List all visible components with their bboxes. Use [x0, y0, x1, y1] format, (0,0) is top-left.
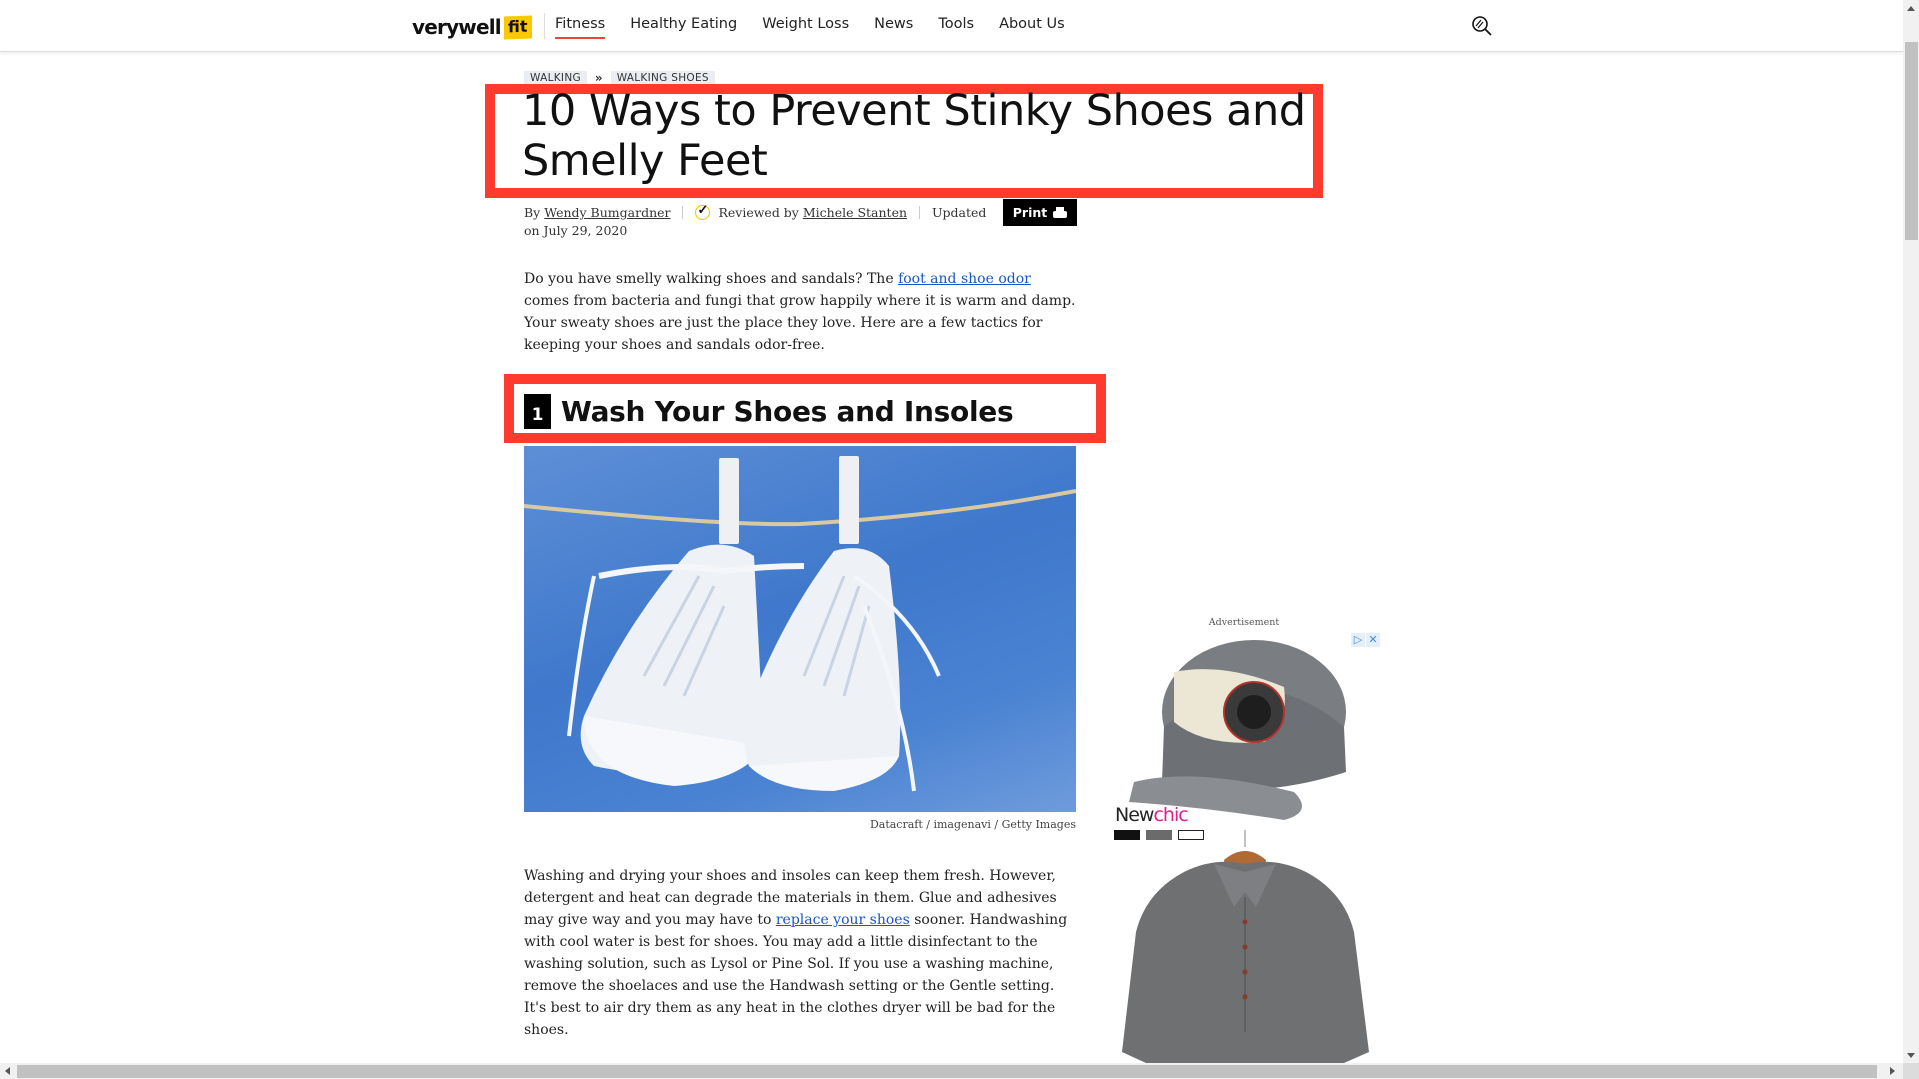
ad-product-images [1122, 640, 1369, 1063]
nav-item-tools[interactable]: Tools [938, 16, 974, 32]
shoes-image [524, 446, 1076, 812]
replace-your-shoes-link[interactable]: replace your shoes [776, 912, 910, 928]
image-caption: Datacraft / imagenavi / Getty Images [869, 818, 1076, 831]
swatch-gray[interactable] [1146, 830, 1172, 840]
ad-brand-part1: New [1115, 804, 1154, 826]
search-icon [1472, 16, 1492, 36]
section-number-badge: 1 [524, 394, 551, 429]
breadcrumb-walking-shoes[interactable]: WALKING SHOES [610, 71, 715, 85]
nav-item-fitness[interactable]: Fitness [555, 16, 606, 39]
nav-item-about-us[interactable]: About Us [999, 16, 1065, 32]
ad-close-icon[interactable]: ✕ [1366, 633, 1380, 647]
byline: By Wendy Bumgardner Reviewed by Michele … [524, 202, 994, 240]
swatch-white[interactable] [1178, 830, 1204, 840]
foot-and-shoe-odor-link[interactable]: foot and shoe odor [898, 271, 1031, 287]
vertical-scroll-thumb[interactable] [1905, 42, 1918, 240]
scroll-up-arrow-icon[interactable] [1907, 6, 1915, 11]
breadcrumb: WALKING » WALKING SHOES [524, 71, 715, 85]
vertical-scrollbar[interactable] [1903, 0, 1919, 1063]
nav-item-weight-loss[interactable]: Weight Loss [762, 16, 849, 32]
adchoices-icon[interactable]: ▷ [1351, 633, 1365, 647]
reviewer-link[interactable]: Michele Stanten [803, 205, 907, 220]
ad-color-swatches [1114, 830, 1204, 840]
section-text-end: sooner. Handwashing with cool water is b… [524, 912, 1068, 1038]
printer-icon [1053, 206, 1068, 219]
main-nav: Fitness Healthy Eating Weight Loss News … [555, 16, 1090, 39]
ad-brand-part2: chic [1153, 804, 1188, 826]
reviewed-by-label: Reviewed by [718, 205, 799, 220]
nav-item-news[interactable]: News [874, 16, 913, 32]
nav-item-healthy-eating[interactable]: Healthy Eating [630, 16, 737, 32]
breadcrumb-separator-icon: » [594, 71, 603, 85]
logo-fit-badge: fit [503, 15, 532, 39]
scroll-left-arrow-icon[interactable] [5, 1067, 10, 1075]
scrollbar-corner [1903, 1063, 1919, 1079]
byline-by: By [524, 205, 541, 220]
intro-paragraph: Do you have smelly walking shoes and san… [524, 268, 1080, 356]
section-paragraph: Washing and drying your shoes and insole… [524, 865, 1080, 1041]
scroll-right-arrow-icon[interactable] [1890, 1067, 1895, 1075]
horizontal-scrollbar[interactable] [0, 1063, 1903, 1079]
ad-creative[interactable] [1114, 632, 1376, 1063]
updated-date: on July 29, 2020 [524, 223, 628, 238]
ad-brand-logo: Newchic [1115, 804, 1189, 826]
byline-divider [682, 206, 684, 219]
author-link[interactable]: Wendy Bumgardner [544, 205, 670, 220]
article-title: 10 Ways to Prevent Stinky Shoes and Smel… [522, 86, 1306, 186]
section-heading: 1 Wash Your Shoes and Insoles [524, 394, 1014, 429]
print-button[interactable]: Print [1003, 199, 1077, 226]
ad-controls: ▷ ✕ [1351, 633, 1380, 647]
logo-wordmark: verywell [412, 15, 502, 39]
print-label: Print [1012, 205, 1048, 220]
site-header: verywell fit Fitness Healthy Eating Weig… [0, 0, 1903, 52]
site-logo[interactable]: verywell fit [412, 14, 532, 40]
breadcrumb-walking[interactable]: WALKING [524, 71, 587, 85]
intro-text-end: comes from bacteria and fungi that grow … [524, 293, 1076, 353]
search-button[interactable] [1470, 14, 1494, 38]
checkmark-icon [695, 202, 711, 220]
byline-divider [919, 206, 921, 219]
updated-label: Updated [932, 205, 987, 220]
swatch-black[interactable] [1114, 830, 1140, 840]
section-title: Wash Your Shoes and Insoles [561, 395, 1014, 428]
nav-divider [544, 13, 545, 39]
advertisement-label: Advertisement [1208, 617, 1280, 628]
scroll-down-arrow-icon[interactable] [1907, 1053, 1915, 1058]
intro-text-start: Do you have smelly walking shoes and san… [524, 271, 899, 287]
horizontal-scroll-thumb[interactable] [17, 1065, 1877, 1078]
shoes-illustration [524, 456, 1076, 792]
